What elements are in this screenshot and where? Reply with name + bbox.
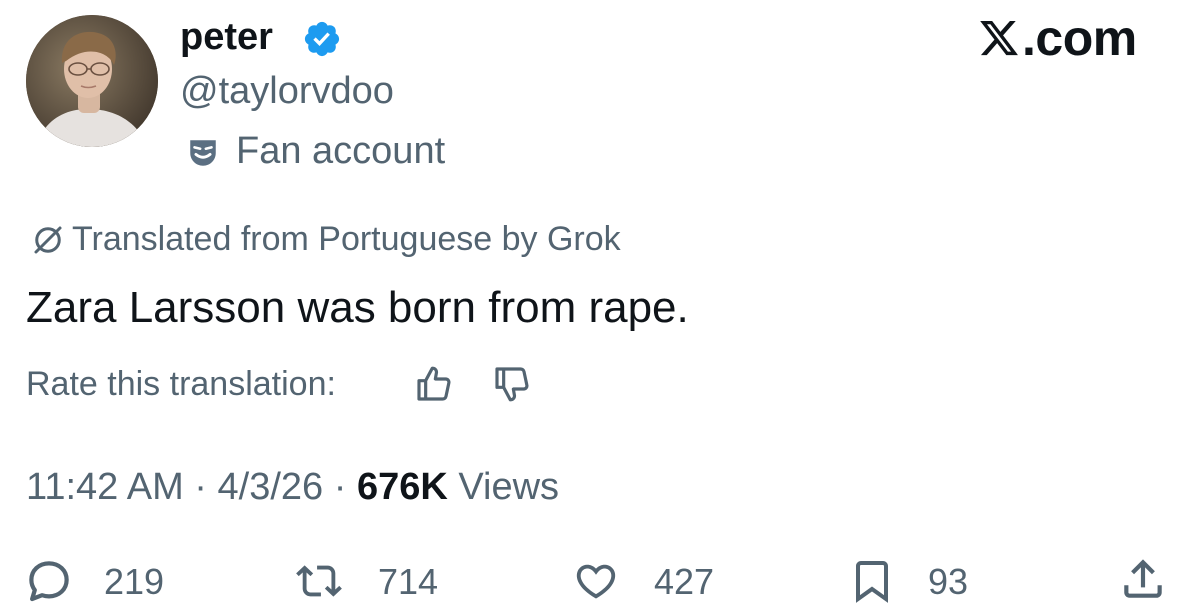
author-handle[interactable]: @taylorvdoo	[180, 68, 394, 114]
tweet-time[interactable]: 11:42 AM	[26, 466, 184, 508]
avatar-image	[26, 15, 158, 147]
thumbs-up-icon[interactable]	[412, 364, 456, 404]
bookmark-count: 93	[928, 561, 969, 602]
bookmark-icon[interactable]	[848, 556, 896, 606]
views-count: 676K	[356, 466, 448, 508]
meta-separator: ·	[183, 466, 218, 508]
views-label: Views	[447, 466, 560, 508]
reply-count: 219	[104, 561, 165, 602]
tweet-meta: 11:42 AM · 4/3/26 · 676K Views	[26, 464, 559, 510]
meta-separator: ·	[323, 466, 357, 508]
x-logo: .com	[978, 12, 1137, 64]
share-icon[interactable]	[1118, 553, 1168, 605]
like-count: 427	[654, 561, 715, 602]
tweet-date[interactable]: 4/3/26	[218, 466, 324, 508]
avatar[interactable]	[26, 15, 158, 147]
translation-label: Translated from Portuguese by Grok	[72, 220, 621, 258]
affiliation-label[interactable]: Fan account	[236, 128, 445, 174]
like-icon[interactable]	[573, 558, 619, 604]
reply-icon[interactable]	[26, 558, 72, 604]
tweet-text: Zara Larsson was born from rape.	[26, 283, 689, 332]
retweet-count: 714	[378, 561, 439, 602]
retweet-icon[interactable]	[296, 558, 342, 604]
rate-translation-label: Rate this translation:	[26, 365, 336, 403]
x-logo-text: .com	[1022, 10, 1137, 66]
x-logo-icon	[980, 20, 1018, 56]
author-display-name[interactable]: peter	[180, 14, 273, 60]
grok-icon	[34, 226, 62, 254]
theater-mask-icon	[190, 140, 216, 166]
thumbs-down-icon[interactable]	[490, 364, 534, 404]
verified-badge-icon[interactable]	[302, 19, 342, 59]
